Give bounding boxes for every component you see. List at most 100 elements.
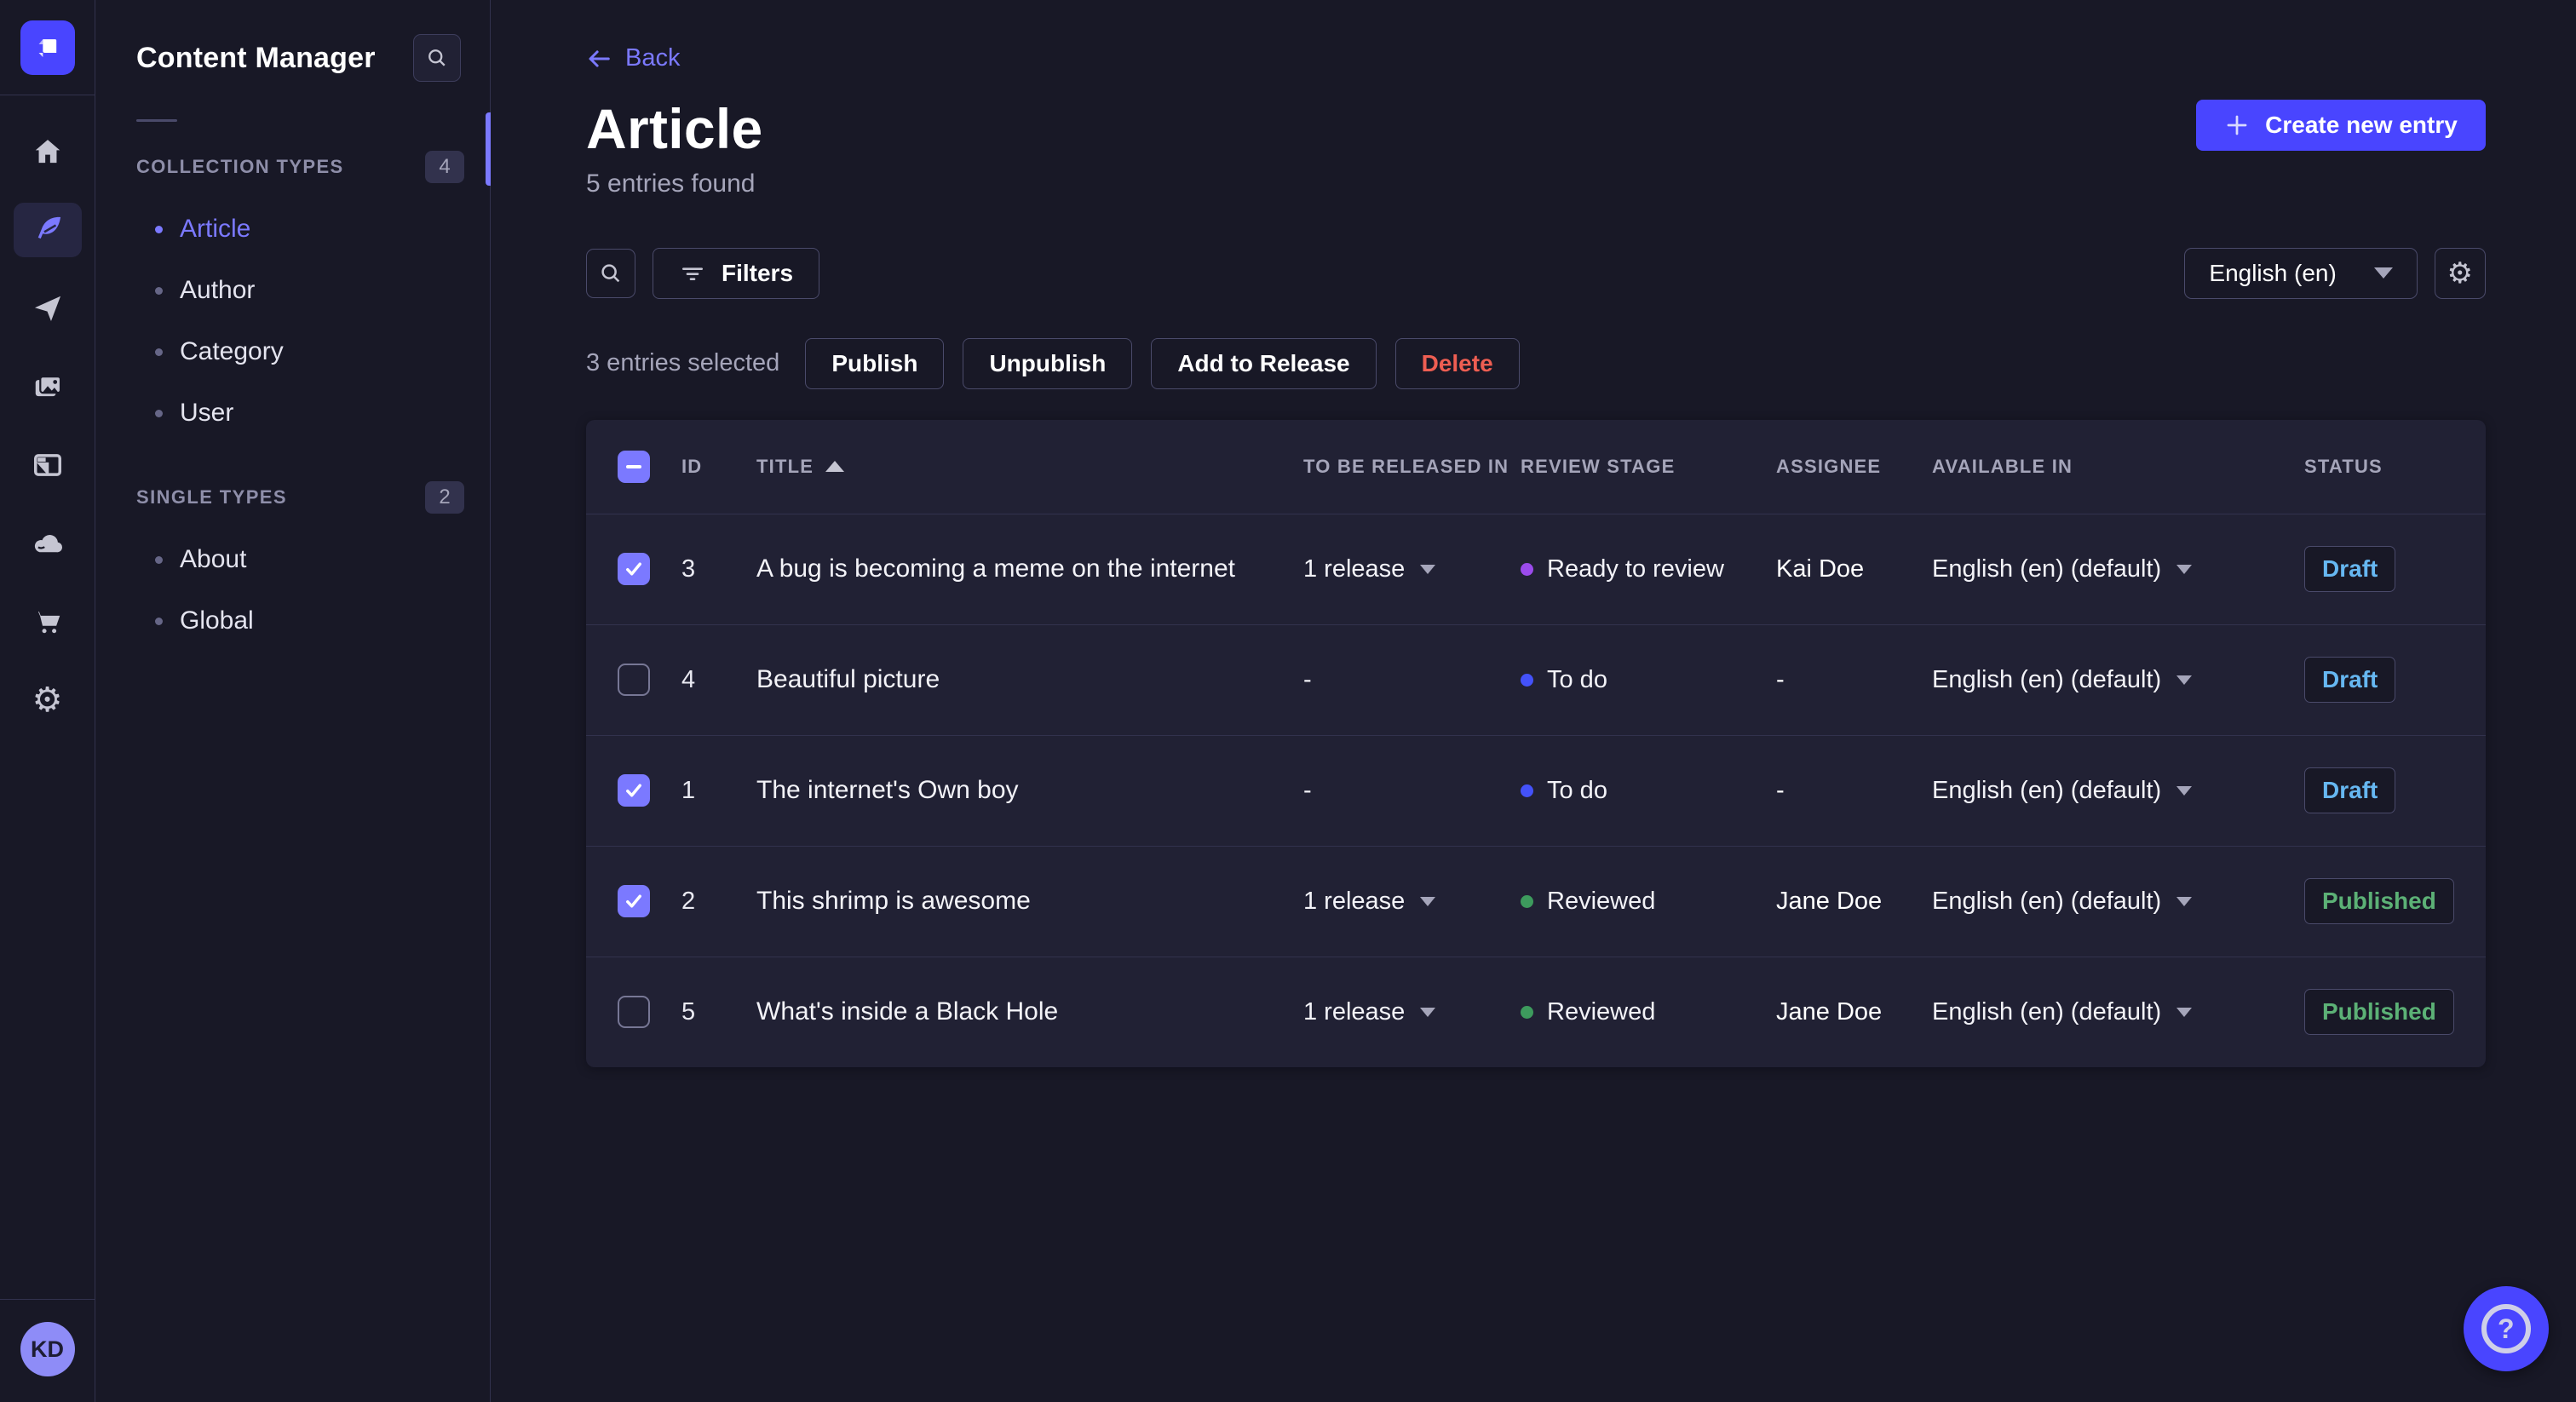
arrow-left-icon [589,49,610,67]
cell-review-stage: Reviewed [1521,888,1776,916]
column-header-assignee: ASSIGNEE [1776,455,1882,477]
locale-select[interactable]: English (en) [2184,247,2418,299]
table-row[interactable]: 5 What's inside a Black Hole 1 release R… [586,956,2486,1067]
sidebar-title: Content Manager [136,41,376,74]
unpublish-button[interactable]: Unpublish [963,337,1133,389]
back-link[interactable]: Back [586,44,680,72]
sidebar-item-user[interactable]: User [95,382,490,444]
cell-review-stage: Ready to review [1521,555,1776,583]
cell-id: 4 [681,665,696,693]
sidebar-item-category[interactable]: Category [95,321,490,382]
cell-release[interactable]: 1 release [1303,998,1521,1026]
bullet-icon [155,348,163,356]
bullet-icon [155,225,163,233]
add-to-release-button[interactable]: Add to Release [1151,337,1377,389]
section-label-collection-types: COLLECTION TYPES [136,156,344,177]
sidebar-item-marketplace[interactable] [14,595,82,649]
chevron-down-icon [2176,1007,2193,1017]
view-settings-button[interactable]: ⚙ [2434,247,2486,299]
sidebar-item-label: Global [180,606,254,635]
delete-button[interactable]: Delete [1394,337,1520,389]
images-icon [35,376,61,397]
sidebar-item-settings[interactable]: ⚙ [14,673,82,727]
row-checkbox[interactable] [618,553,650,585]
home-icon [35,140,60,164]
status-badge: Published [2304,878,2454,924]
table-row[interactable]: 4 Beautiful picture - To do - English (e… [586,623,2486,735]
strapi-logo-cell[interactable] [0,0,95,95]
sidebar-item-about[interactable]: About [95,529,490,590]
stage-dot-icon [1521,894,1533,908]
sidebar-item-releases[interactable] [14,281,82,336]
cell-assignee: Kai Doe [1776,554,1865,583]
selection-count: 3 entries selected [586,349,780,376]
cell-available-in[interactable]: English (en) (default) [1932,888,2304,916]
column-header-status: STATUS [2304,455,2383,477]
filter-icon [682,267,703,280]
shopping-cart-icon [35,612,60,634]
row-checkbox[interactable] [618,774,650,807]
cell-release[interactable]: 1 release [1303,555,1521,583]
cell-available-in[interactable]: English (en) (default) [1932,777,2304,805]
cell-available-in[interactable]: English (en) (default) [1932,998,2304,1026]
table-row[interactable]: 1 The internet's Own boy - To do - Engli… [586,734,2486,846]
cell-available-in[interactable]: English (en) (default) [1932,666,2304,694]
main-content: Back Article 5 entries found Create new … [491,0,2576,1402]
sidebar-item-author[interactable]: Author [95,260,490,321]
chevron-down-icon [2176,675,2193,685]
sidebar-item-home[interactable] [14,124,82,179]
gear-icon: ⚙ [32,681,63,719]
app-window: ⚙ KD Content Manager COLLECTION TYPES 4 … [0,0,2576,1402]
cell-title: Beautiful picture [756,665,940,693]
publish-button[interactable]: Publish [805,337,945,389]
table-row[interactable]: 2 This shrimp is awesome 1 release Revie… [586,845,2486,957]
cell-title: A bug is becoming a meme on the internet [756,554,1236,583]
gear-icon: ⚙ [2447,256,2474,290]
status-badge: Draft [2304,657,2396,703]
table-row[interactable]: 3 A bug is becoming a meme on the intern… [586,513,2486,624]
cloud-icon [34,535,62,553]
cell-assignee: Jane Doe [1776,997,1883,1026]
sidebar-item-global[interactable]: Global [95,590,490,652]
back-label: Back [625,44,681,72]
sidebar-item-article[interactable]: Article [95,198,490,260]
section-label-single-types: SINGLE TYPES [136,486,287,508]
row-checkbox[interactable] [618,996,650,1028]
select-all-checkbox[interactable] [618,450,650,483]
sidebar-item-media-library[interactable] [14,359,82,414]
search-button[interactable] [586,248,635,298]
bullet-icon [155,617,163,625]
cell-assignee: - [1776,776,1785,804]
sidebar-search-button[interactable] [413,34,461,82]
collection-types-list: Article Author Category User [95,198,490,444]
row-checkbox[interactable] [618,885,650,917]
sidebar-item-content-manager[interactable] [13,203,82,257]
chevron-down-icon [1420,564,1436,574]
cell-title: The internet's Own boy [756,776,1019,804]
main-nav-rail: ⚙ KD [0,0,95,1402]
plus-icon [2227,115,2247,135]
create-new-entry-button[interactable]: Create new entry [2196,99,2486,151]
stage-dot-icon [1521,1005,1533,1019]
strapi-logo-icon [20,20,75,75]
chevron-down-icon [2176,896,2193,906]
sidebar-item-content-type-builder[interactable] [14,438,82,492]
cell-available-in[interactable]: English (en) (default) [1932,555,2304,583]
cell-title: What's inside a Black Hole [756,997,1059,1026]
single-types-count-badge: 2 [425,481,464,514]
cell-release[interactable]: 1 release [1303,888,1521,916]
cell-id: 1 [681,776,696,804]
filters-button[interactable]: Filters [653,247,820,299]
column-header-id[interactable]: ID [681,456,756,478]
entries-table: ID TITLE TO BE RELEASED IN REVIEW STAGE … [586,419,2486,1067]
sort-ascending-icon [825,461,845,472]
page-title: Article [586,96,763,160]
help-button[interactable]: ? [2463,1286,2549,1371]
user-avatar[interactable]: KD [20,1322,75,1376]
column-header-title[interactable]: TITLE [756,456,1303,478]
cell-release: - [1303,776,1312,804]
status-badge: Draft [2304,767,2396,813]
cell-id: 2 [681,887,696,915]
sidebar-item-deploy[interactable] [14,516,82,571]
row-checkbox[interactable] [618,664,650,696]
